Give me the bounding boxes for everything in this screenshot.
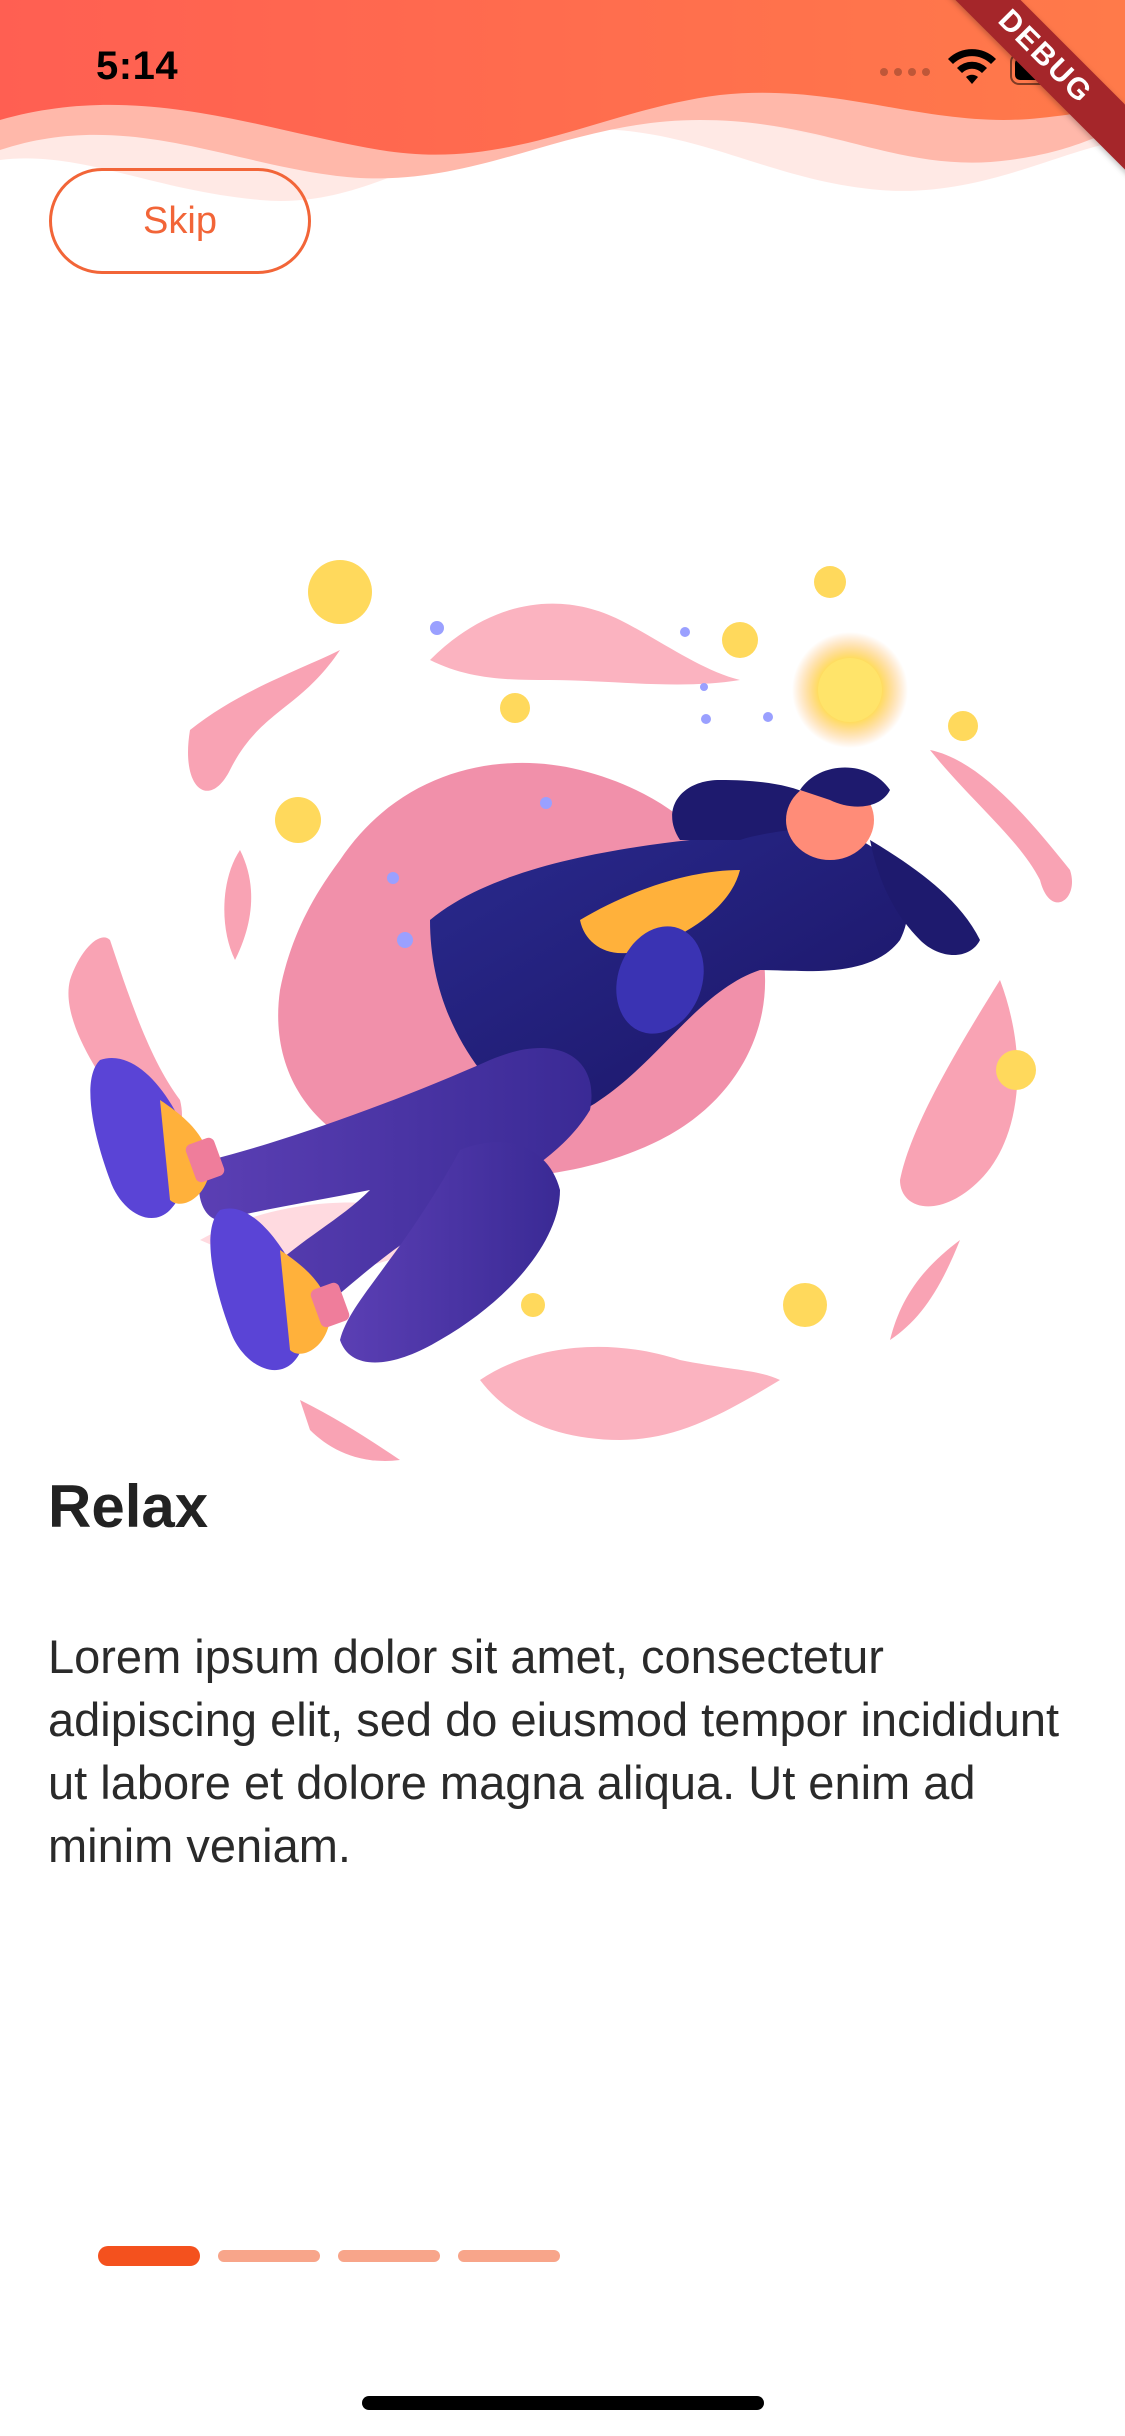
skip-button[interactable]: Skip bbox=[49, 168, 311, 274]
home-indicator[interactable] bbox=[362, 2396, 764, 2410]
relax-illustration bbox=[68, 560, 1073, 1461]
cellular-signal-icon bbox=[880, 68, 930, 76]
status-time: 5:14 bbox=[96, 44, 179, 88]
page-dot-4[interactable] bbox=[458, 2250, 560, 2262]
page-description: Lorem ipsum dolor sit amet, consectetur … bbox=[48, 1630, 1060, 1872]
page-dot-2[interactable] bbox=[218, 2250, 320, 2262]
page-dot-1[interactable] bbox=[98, 2246, 200, 2266]
page-title: Relax bbox=[48, 1473, 209, 1540]
page-indicator bbox=[98, 2246, 560, 2266]
wifi-icon bbox=[948, 49, 996, 84]
page-dot-3[interactable] bbox=[338, 2250, 440, 2262]
